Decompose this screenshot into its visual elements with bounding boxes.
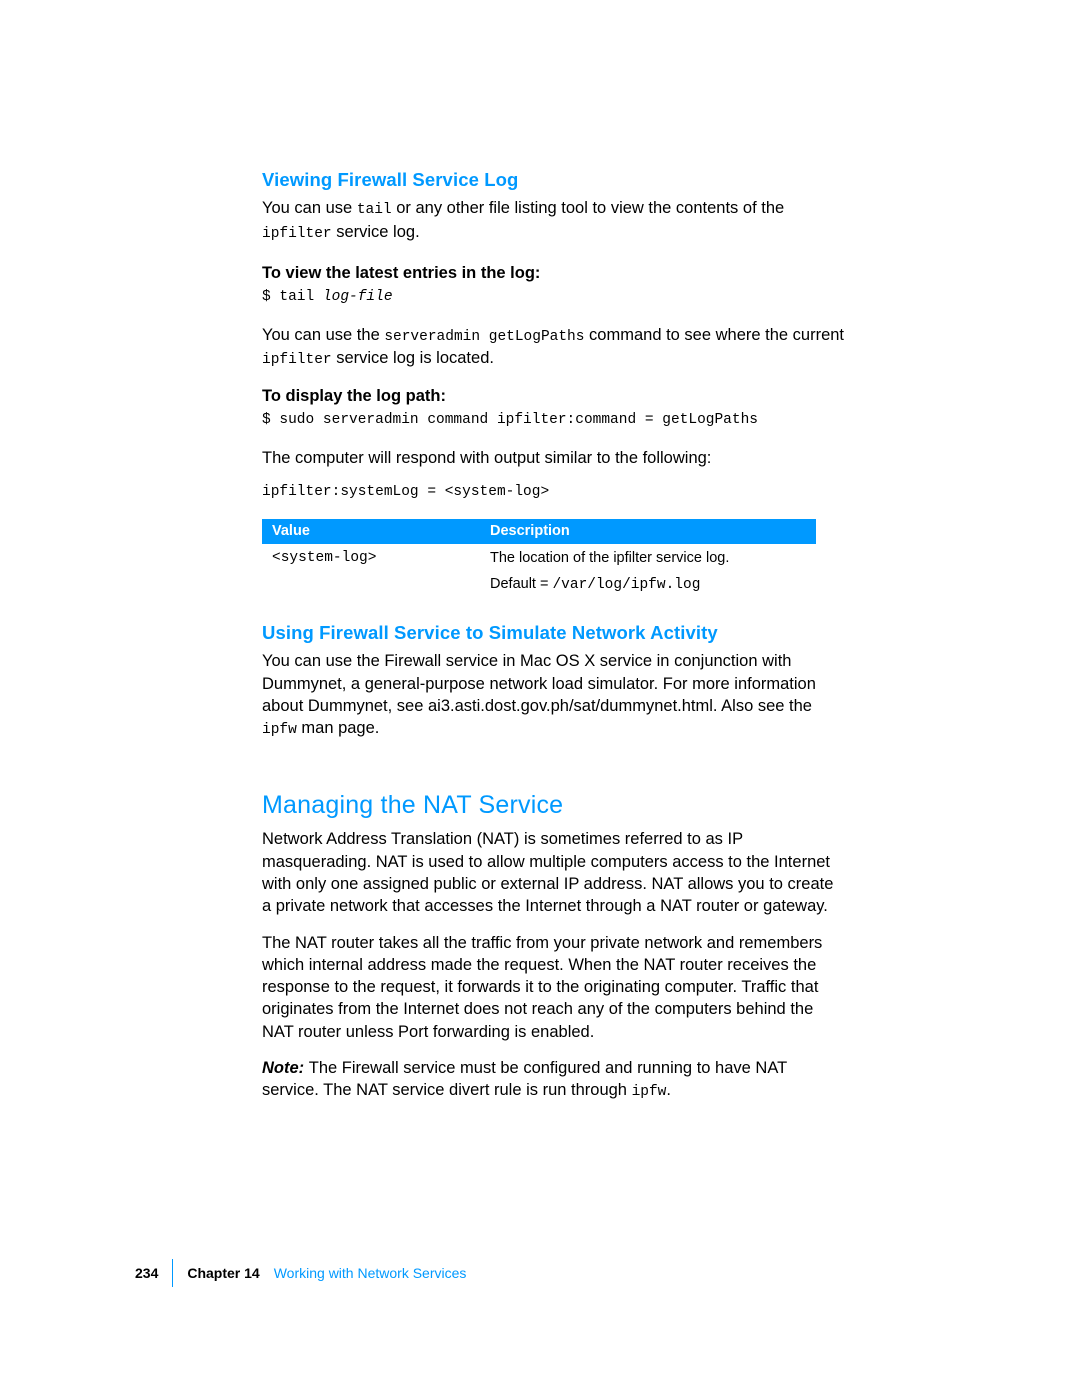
code-arg: log-file — [323, 289, 393, 305]
footer-divider — [172, 1259, 173, 1287]
page-footer: 234 Chapter 14 Working with Network Serv… — [135, 1259, 466, 1287]
code-text: $ tail — [262, 289, 323, 305]
heading-managing-nat-service: Managing the NAT Service — [262, 789, 845, 823]
chapter-label: Chapter 14 — [187, 1264, 259, 1283]
text: . — [666, 1081, 671, 1099]
page: Viewing Firewall Service Log You can use… — [0, 0, 1080, 1397]
table-cell-value: <system-log> — [262, 544, 480, 569]
table-cell-description: The location of the ipfilter service log… — [480, 544, 816, 569]
text: You can use the — [262, 326, 384, 344]
subheading-view-latest-entries: To view the latest entries in the log: — [262, 262, 845, 284]
code-block: ipfilter:systemLog = <system-log> — [262, 483, 845, 503]
paragraph: You can use the serveradmin getLogPaths … — [262, 324, 845, 371]
table-header-value: Value — [262, 519, 480, 545]
table-header-row: Value Description — [262, 519, 816, 545]
code-block: $ tail log-file — [262, 288, 845, 308]
text: service log is located. — [332, 349, 494, 367]
subheading-display-log-path: To display the log path: — [262, 385, 845, 407]
inline-code: tail — [357, 202, 392, 218]
table-cell-empty — [262, 569, 480, 604]
heading-using-firewall-simulate: Using Firewall Service to Simulate Netwo… — [262, 621, 845, 646]
inline-code: ipfilter — [262, 226, 332, 242]
text: command to see where the current — [584, 326, 844, 344]
value-description-table: Value Description <system-log> The locat… — [262, 519, 816, 604]
paragraph: You can use the Firewall service in Mac … — [262, 650, 845, 740]
heading-viewing-firewall-log: Viewing Firewall Service Log — [262, 168, 845, 193]
text: Default = — [490, 576, 552, 592]
code-block: $ sudo serveradmin command ipfilter:comm… — [262, 411, 845, 431]
chapter-title: Working with Network Services — [274, 1264, 467, 1283]
page-number: 234 — [135, 1264, 158, 1283]
paragraph: Network Address Translation (NAT) is som… — [262, 828, 845, 917]
inline-code: /var/log/ipfw.log — [552, 577, 700, 593]
inline-code: ipfw — [632, 1084, 667, 1100]
text: The Firewall service must be configured … — [262, 1059, 787, 1099]
inline-code: ipfw — [262, 722, 297, 738]
paragraph: The NAT router takes all the traffic fro… — [262, 932, 845, 1043]
text: You can use the Firewall service in Mac … — [262, 652, 816, 715]
note-label: Note: — [262, 1059, 309, 1077]
paragraph: You can use tail or any other file listi… — [262, 197, 845, 244]
table-header-description: Description — [480, 519, 816, 545]
paragraph: The computer will respond with output si… — [262, 447, 845, 469]
inline-code: serveradmin getLogPaths — [384, 329, 584, 345]
inline-code: ipfilter — [262, 352, 332, 368]
table-row: <system-log> The location of the ipfilte… — [262, 544, 816, 569]
table-row: Default = /var/log/ipfw.log — [262, 569, 816, 604]
table-cell-description: Default = /var/log/ipfw.log — [480, 569, 816, 604]
note-paragraph: Note: The Firewall service must be confi… — [262, 1057, 845, 1103]
text: service log. — [332, 223, 420, 241]
text: or any other file listing tool to view t… — [392, 199, 785, 217]
text: You can use — [262, 199, 357, 217]
text: man page. — [297, 719, 380, 737]
